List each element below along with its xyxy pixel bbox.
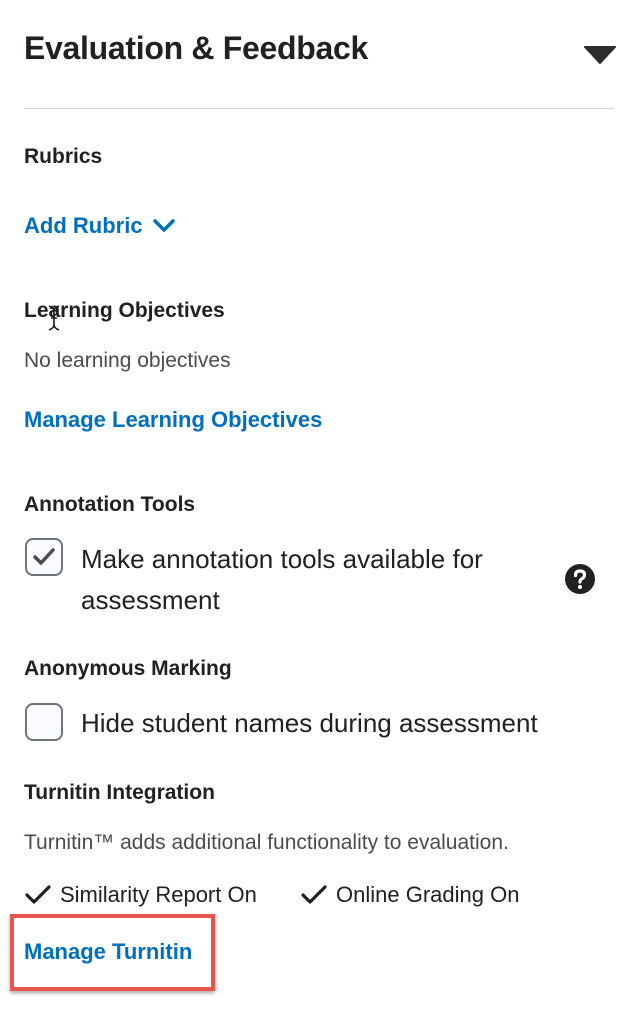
checkmark-icon [33,548,55,565]
turnitin-description: Turnitin™ adds additional functionality … [24,831,509,854]
collapse-toggle[interactable] [584,46,616,64]
checkmark-icon [25,885,51,904]
question-circle-icon [565,564,595,594]
similarity-report-text: Similarity Report On [60,882,257,907]
anonymous-marking-checkbox[interactable] [25,703,63,741]
checkmark-icon [301,885,327,904]
section-title: Evaluation & Feedback [24,30,369,66]
manage-learning-objectives-link[interactable]: Manage Learning Objectives [24,407,322,433]
annotation-help-button[interactable] [564,563,596,595]
rubrics-label: Rubrics [24,145,103,168]
no-objectives-text: No learning objectives [24,349,231,372]
online-grading-status: Online Grading On [300,882,519,908]
annotation-tools-label: Annotation Tools [24,493,196,516]
add-rubric-label: Add Rubric [24,213,143,238]
similarity-report-status: Similarity Report On [24,882,257,908]
manage-turnitin-link[interactable]: Manage Turnitin [24,939,192,965]
turnitin-label: Turnitin Integration [24,781,215,804]
annotation-label-line2: assessment [81,585,220,615]
online-grading-text: Online Grading On [336,882,520,907]
add-rubric-button[interactable]: Add Rubric [24,213,175,239]
annotation-tools-checkbox[interactable] [25,538,63,576]
anonymous-marking-checkbox-label: Hide student names during assessment [81,708,538,738]
annotation-tools-checkbox-label: Make annotation tools available for asse… [81,539,483,621]
triangle-down-icon [584,46,616,64]
annotation-label-line1: Make annotation tools available for [81,544,483,574]
section-divider [24,108,614,109]
text-cursor-icon [47,304,61,337]
chevron-down-icon [152,213,175,239]
anonymous-marking-label: Anonymous Marking [24,657,232,680]
